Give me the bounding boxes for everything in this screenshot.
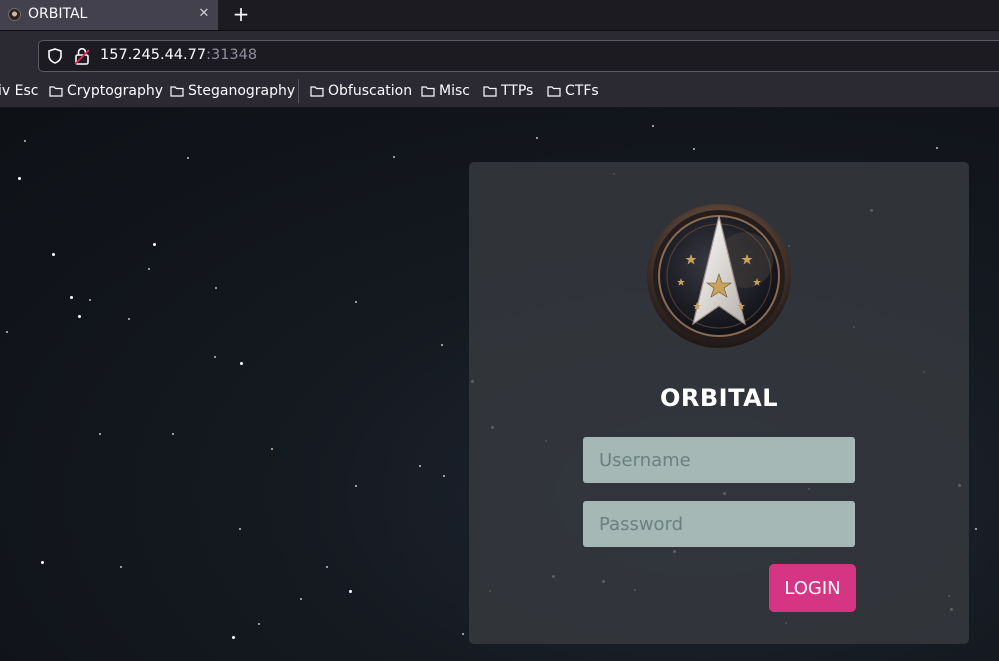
- star: [652, 125, 654, 127]
- password-input[interactable]: [583, 501, 855, 547]
- star: [393, 156, 395, 158]
- star: [536, 137, 538, 139]
- folder-icon: [547, 86, 561, 97]
- star: [258, 623, 260, 625]
- site-favicon-icon: [8, 8, 21, 21]
- star: [24, 140, 26, 142]
- insecure-lock-icon[interactable]: [74, 47, 90, 65]
- new-tab-button[interactable]: +: [231, 3, 251, 25]
- bookmark-cryptography[interactable]: Cryptography: [49, 83, 163, 99]
- bookmark-steganography[interactable]: Steganography: [170, 83, 295, 99]
- tab-orbital[interactable]: ORBITAL ✕: [0, 0, 218, 30]
- folder-icon: [310, 86, 324, 97]
- star: [78, 315, 81, 318]
- navigation-bar: 157.245.44.77:31348: [0, 30, 999, 73]
- star: [187, 157, 189, 159]
- star: [936, 147, 938, 149]
- login-card: ORBITAL LOGIN: [469, 162, 969, 644]
- star: [232, 636, 235, 639]
- star: [153, 243, 156, 246]
- star: [215, 287, 217, 289]
- bookmark-ctfs[interactable]: CTFs: [547, 83, 599, 99]
- folder-icon: [483, 86, 497, 97]
- star: [120, 566, 122, 568]
- login-title: ORBITAL: [660, 384, 778, 412]
- folder-icon: [49, 86, 63, 97]
- star: [349, 590, 352, 593]
- star: [355, 485, 357, 487]
- star: [6, 331, 8, 333]
- folder-icon: [421, 86, 435, 97]
- bookmark-label: Obfuscation: [328, 83, 413, 99]
- star: [443, 475, 445, 477]
- bookmarks-separator: [298, 79, 299, 103]
- star: [41, 561, 44, 564]
- login-button[interactable]: LOGIN: [769, 564, 856, 612]
- star: [214, 356, 216, 358]
- star: [128, 318, 130, 320]
- tab-strip: ORBITAL ✕ +: [0, 0, 999, 30]
- star: [89, 299, 91, 301]
- folder-icon: [170, 86, 184, 97]
- bookmark-label: Steganography: [188, 83, 296, 99]
- star: [271, 448, 273, 450]
- star: [693, 148, 695, 150]
- shield-icon[interactable]: [48, 48, 62, 64]
- url-port: :31348: [206, 47, 258, 63]
- star: [239, 528, 241, 530]
- star: [52, 253, 55, 256]
- url-text[interactable]: 157.245.44.77:31348: [100, 47, 257, 63]
- star: [18, 177, 21, 180]
- star: [70, 296, 73, 299]
- bookmark-label: iv Esc: [0, 83, 39, 99]
- star: [419, 465, 421, 467]
- bookmark-misc[interactable]: Misc: [421, 83, 470, 99]
- star: [355, 301, 357, 303]
- bookmark-ttps[interactable]: TTPs: [483, 83, 533, 99]
- close-icon[interactable]: ✕: [196, 5, 212, 23]
- username-input[interactable]: [583, 437, 855, 483]
- bookmark-label: Misc: [439, 83, 470, 99]
- star: [99, 433, 101, 435]
- bookmark-label: CTFs: [565, 83, 599, 99]
- star: [441, 344, 443, 346]
- bookmark-label: TTPs: [501, 83, 534, 99]
- url-host: 157.245.44.77: [100, 47, 207, 63]
- star: [462, 633, 464, 635]
- star: [240, 362, 243, 365]
- page-viewport: ORBITAL LOGIN: [0, 108, 999, 661]
- star: [148, 268, 150, 270]
- orbital-logo-icon: [647, 204, 791, 348]
- star: [326, 566, 328, 568]
- star: [172, 433, 174, 435]
- address-bar[interactable]: 157.245.44.77:31348: [38, 40, 999, 72]
- tab-title: ORBITAL: [28, 6, 88, 22]
- star: [975, 528, 977, 530]
- bookmark-obfuscation[interactable]: Obfuscation: [310, 83, 412, 99]
- bookmark-label: Cryptography: [67, 83, 164, 99]
- bookmark-priv-esc[interactable]: iv Esc: [0, 83, 38, 99]
- star: [300, 598, 302, 600]
